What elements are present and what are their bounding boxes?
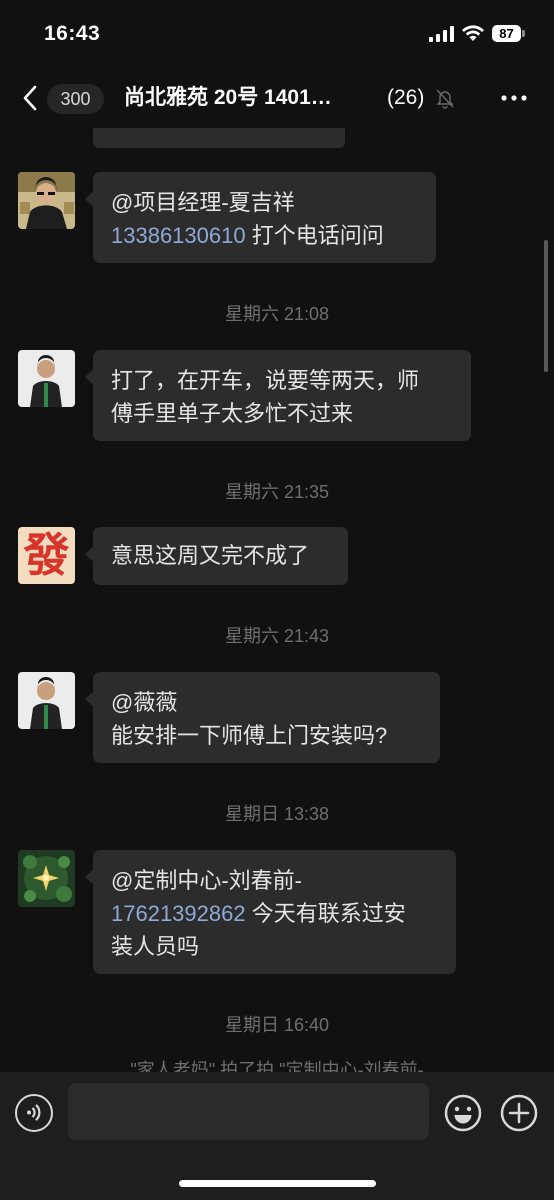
message-bubble[interactable]: @薇薇 能安排一下师傅上门安装吗? xyxy=(85,672,440,763)
cellular-signal-icon xyxy=(429,26,455,42)
avatar[interactable] xyxy=(18,350,75,407)
chat-title: 尚北雅苑 20号 1401… xyxy=(124,86,332,109)
scroll-indicator[interactable] xyxy=(544,240,548,372)
message-input[interactable] xyxy=(68,1083,429,1140)
avatar[interactable] xyxy=(18,850,75,907)
emoji-icon[interactable] xyxy=(444,1094,482,1132)
message-bubble[interactable]: 意思这周又完不成了 xyxy=(85,527,348,585)
voice-input-button[interactable] xyxy=(15,1094,53,1132)
home-indicator[interactable] xyxy=(179,1180,376,1187)
wifi-icon xyxy=(462,25,484,41)
back-chevron-icon[interactable] xyxy=(20,84,40,112)
phone-number-link[interactable]: 13386130610 xyxy=(111,223,246,248)
pat-system-message: "家人老妈" 拍了拍 "定制中心-刘春前- xyxy=(130,1060,424,1072)
avatar[interactable] xyxy=(18,672,75,729)
message-bubble[interactable]: @项目经理-夏吉祥 13386130610 打个电话问问 xyxy=(85,172,436,263)
voice-icon xyxy=(27,1104,41,1121)
mention-text: @定制中心-刘春前- xyxy=(111,868,302,893)
avatar-glyph: 發 xyxy=(23,528,70,582)
avatar[interactable] xyxy=(18,172,75,229)
message-bubble-partial[interactable] xyxy=(93,128,345,148)
member-count: (26) xyxy=(387,86,425,109)
message-timestamp: 星期日 13:38 xyxy=(224,804,330,824)
battery-level: 87 xyxy=(492,25,521,42)
chat-header: 300 尚北雅苑 20号 1401… (26) xyxy=(0,70,554,128)
message-timestamp: 星期六 21:43 xyxy=(224,626,330,646)
message-timestamp: 星期六 21:35 xyxy=(224,482,330,502)
more-options-icon[interactable] xyxy=(500,92,528,104)
status-bar: 16:43 87 xyxy=(0,0,554,70)
message-timestamp: 星期日 16:40 xyxy=(224,1015,330,1035)
unread-count-badge[interactable]: 300 xyxy=(47,84,104,114)
mute-bell-icon xyxy=(436,89,454,109)
message-bubble[interactable]: 打了，在开车，说要等两天，师 傅手里单子太多忙不过来 xyxy=(85,350,471,441)
status-time: 16:43 xyxy=(44,22,101,45)
message-bubble[interactable]: @定制中心-刘春前- 17621392862 今天有联系过安 装人员吗 xyxy=(85,850,456,974)
plus-icon[interactable] xyxy=(500,1094,538,1132)
message-text: 打个电话问问 xyxy=(245,223,384,248)
message-timestamp: 星期六 21:08 xyxy=(224,304,330,324)
message-list[interactable]: @项目经理-夏吉祥 13386130610 打个电话问问 星期六 21:08 打… xyxy=(0,128,554,1072)
mention-text: @项目经理-夏吉祥 xyxy=(111,190,295,215)
phone-number-link[interactable]: 17621392862 xyxy=(111,901,246,926)
battery-icon: 87 xyxy=(492,25,525,42)
avatar[interactable]: 發 xyxy=(18,527,75,584)
